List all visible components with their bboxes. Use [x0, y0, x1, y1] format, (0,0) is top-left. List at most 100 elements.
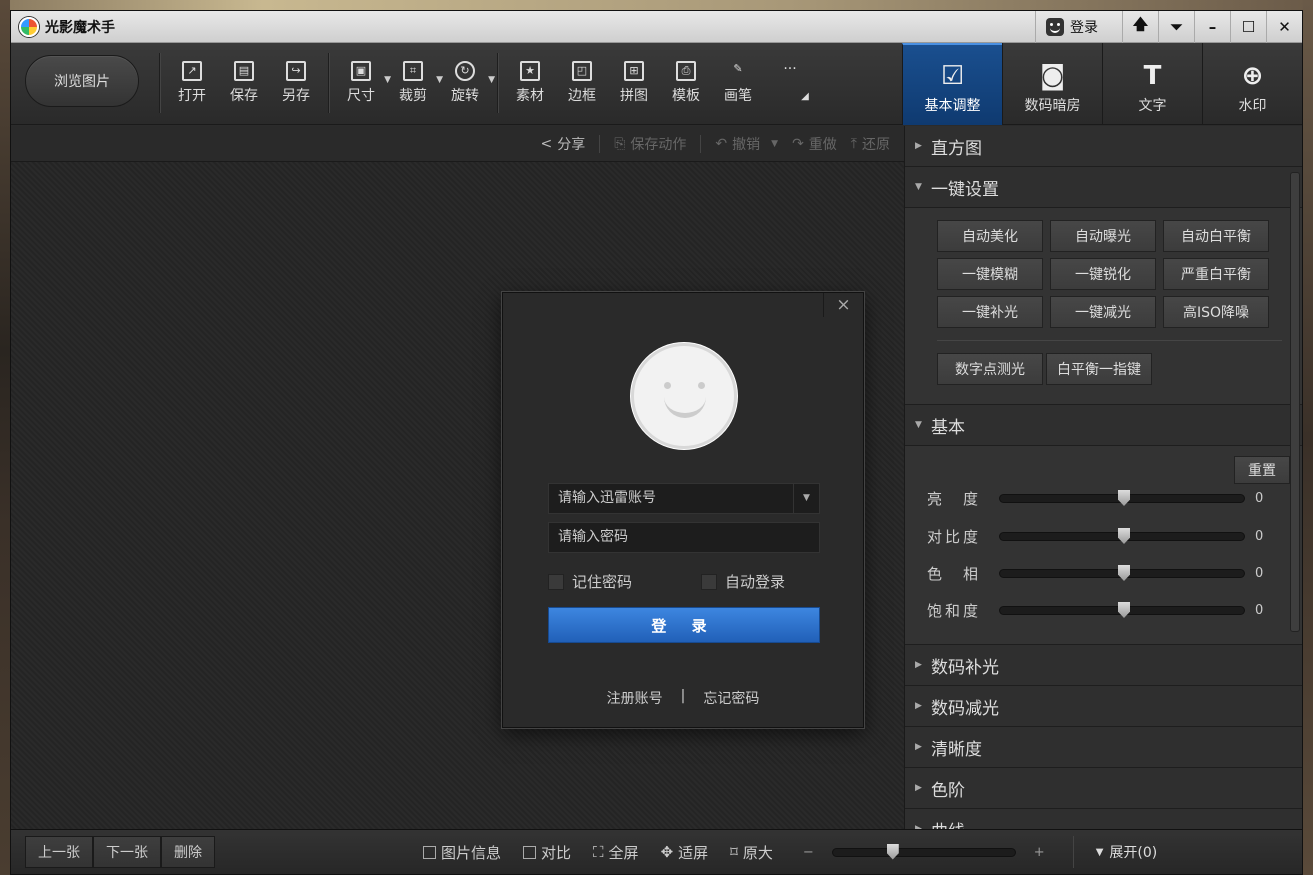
checkbox[interactable] [701, 573, 717, 590]
high-iso-denoise-button[interactable]: 高ISO降噪 [1163, 296, 1269, 328]
section-levels[interactable]: ▶ 色阶 [905, 768, 1302, 809]
oneclick-fill-light-button[interactable]: 一键补光 [937, 296, 1043, 328]
fit-screen-button[interactable]: ✥ 适屏 [661, 842, 709, 863]
tab-label: 基本调整 [924, 98, 981, 114]
section-basic[interactable]: ▼ 基本 [905, 405, 1302, 446]
chevron-down-icon[interactable]: ▼ [793, 484, 819, 513]
slider-thumb[interactable] [1118, 528, 1130, 544]
section-title: 直方图 [931, 138, 982, 159]
severe-white-balance-button[interactable]: 严重白平衡 [1163, 258, 1269, 290]
compare-button[interactable]: 对比 [523, 842, 571, 863]
zoom-in-button[interactable]: + [1034, 845, 1045, 860]
password-placeholder: 请输入密码 [558, 529, 628, 545]
oneclick-blur-button[interactable]: 一键模糊 [937, 258, 1043, 290]
section-curves[interactable]: ▶曲线 [905, 809, 1302, 829]
section-digital-fill-light[interactable]: ▶ 数码补光 [905, 645, 1302, 686]
adjust-panel: ▶ 直方图 ▼ 一键设置 自动美化 自动曝光 自动白平衡 一键模糊 一键锐化 严重白… [904, 126, 1302, 829]
brightness-slider[interactable] [999, 490, 1245, 506]
account-input[interactable]: 请输入迅雷账号 ▼ [548, 483, 820, 514]
crop-button[interactable]: ⌗ 裁剪 ▼ [387, 61, 443, 105]
brush-button[interactable]: ✎ 画笔 [712, 61, 764, 105]
auto-exposure-button[interactable]: 自动曝光 [1050, 220, 1156, 252]
menu-button[interactable]: ⏷ [1158, 10, 1194, 43]
share-button[interactable]: < 分享 [540, 134, 585, 154]
collage-button[interactable]: ⊞ 拼图 [608, 61, 660, 105]
collage-icon: ⊞ [624, 61, 644, 81]
white-balance-one-click-button[interactable]: 白平衡一指键 [1046, 353, 1152, 385]
tool-label: 边框 [568, 88, 596, 104]
slider-label: 饱和度 [927, 602, 982, 620]
auto-login-label: 自动登录 [725, 573, 786, 591]
resize-button[interactable]: ▣ 尺寸 ▼ [335, 61, 391, 105]
restore-button[interactable]: ⤒ 还原 [851, 134, 890, 154]
image-info-button[interactable]: 图片信息 [423, 842, 501, 863]
section-oneclick[interactable]: ▼ 一键设置 [905, 167, 1302, 208]
browse-images-button[interactable]: 浏览图片 [25, 55, 139, 107]
delete-button[interactable]: 删除 [161, 836, 215, 868]
saturation-slider[interactable] [999, 602, 1245, 618]
auto-beautify-button[interactable]: 自动美化 [937, 220, 1043, 252]
redo-button[interactable]: ↷ 重做 [792, 134, 837, 154]
tab-basic-adjust[interactable]: ☑ 基本调整 [902, 43, 1002, 125]
contrast-slider[interactable] [999, 528, 1245, 544]
minimize-button[interactable]: – [1194, 10, 1230, 43]
saturation-slider-row: 饱和度 0 [927, 600, 1263, 621]
chevron-down-icon: ▼ [915, 182, 922, 192]
slider-thumb[interactable] [886, 843, 899, 860]
tool-label: 拼图 [620, 88, 648, 104]
forgot-password-link[interactable]: 忘记密码 [703, 688, 759, 708]
remember-password-checkbox[interactable]: 记住密码 [548, 571, 632, 592]
panel-scrollbar[interactable] [1290, 172, 1300, 632]
skin-button[interactable]: 🡅 [1122, 10, 1158, 43]
zoom-out-button[interactable]: − [803, 845, 814, 860]
rotate-button[interactable]: ↻ 旋转 ▼ [439, 61, 495, 105]
section-clarity[interactable]: ▶ 清晰度 [905, 727, 1302, 768]
tab-watermark[interactable]: ⊕ 水印 [1202, 43, 1302, 125]
original-size-button[interactable]: ⌑ 原大 [730, 842, 773, 863]
auto-login-checkbox[interactable]: 自动登录 [701, 571, 785, 592]
save-button[interactable]: ▤ 保存 [218, 61, 270, 105]
save-as-button[interactable]: ↪ 另存 [270, 61, 322, 105]
section-digital-reduce-light[interactable]: ▶ 数码减光 [905, 686, 1302, 727]
slider-thumb[interactable] [1118, 602, 1130, 618]
brush-icon: ✎ [733, 62, 743, 75]
slider-thumb[interactable] [1118, 490, 1130, 506]
expand-button[interactable]: ▼ 展开(0) [1072, 836, 1157, 868]
next-image-button[interactable]: 下一张 [93, 836, 161, 868]
chevron-down-icon[interactable]: ▼ [771, 139, 778, 149]
save-action-button[interactable]: ⎘ 保存动作 [614, 134, 686, 154]
fit-screen-icon: ✥ [660, 843, 674, 861]
prev-image-button[interactable]: 上一张 [25, 836, 93, 868]
maximize-button[interactable]: ☐ [1230, 10, 1266, 43]
slider-thumb[interactable] [1118, 565, 1130, 581]
hue-slider[interactable] [999, 565, 1245, 581]
tab-digital-darkroom[interactable]: ◙ 数码暗房 [1002, 43, 1102, 125]
reset-button[interactable]: 重置 [1234, 456, 1290, 484]
save-action-label: 保存动作 [630, 136, 687, 153]
checkbox[interactable] [548, 573, 564, 590]
watermark-icon: ⊕ [1241, 61, 1264, 91]
zoom-slider[interactable] [831, 843, 1016, 860]
tab-text[interactable]: T 文字 [1102, 43, 1202, 125]
dialog-close-button[interactable]: × [823, 293, 863, 317]
material-button[interactable]: ★ 素材 [504, 61, 556, 105]
fullscreen-button[interactable]: ⛶ 全屏 [593, 842, 639, 863]
undo-button[interactable]: ↶ 撤销 ▼ [715, 134, 778, 154]
more-tools-button[interactable]: ··· ◢ [764, 61, 816, 102]
auto-white-balance-button[interactable]: 自动白平衡 [1163, 220, 1269, 252]
frame-button[interactable]: ◰ 边框 [556, 61, 608, 105]
template-button[interactable]: ⎙ 模板 [660, 61, 712, 105]
dropdown-caret-icon[interactable]: ▼ [488, 75, 495, 85]
section-histogram[interactable]: ▶ 直方图 [905, 126, 1302, 167]
digital-spot-metering-button[interactable]: 数字点测光 [937, 353, 1043, 385]
password-input[interactable]: 请输入密码 [548, 522, 820, 553]
register-link[interactable]: 注册账号 [607, 688, 663, 708]
image-info-label: 图片信息 [441, 843, 502, 862]
undo-icon: ↶ [715, 135, 728, 152]
close-button[interactable]: ✕ [1266, 10, 1302, 43]
open-button[interactable]: ↗ 打开 [166, 61, 218, 105]
login-link[interactable]: 登录 [1035, 10, 1122, 43]
oneclick-sharpen-button[interactable]: 一键锐化 [1050, 258, 1156, 290]
login-button[interactable]: 登 录 [548, 607, 820, 643]
oneclick-reduce-light-button[interactable]: 一键减光 [1050, 296, 1156, 328]
